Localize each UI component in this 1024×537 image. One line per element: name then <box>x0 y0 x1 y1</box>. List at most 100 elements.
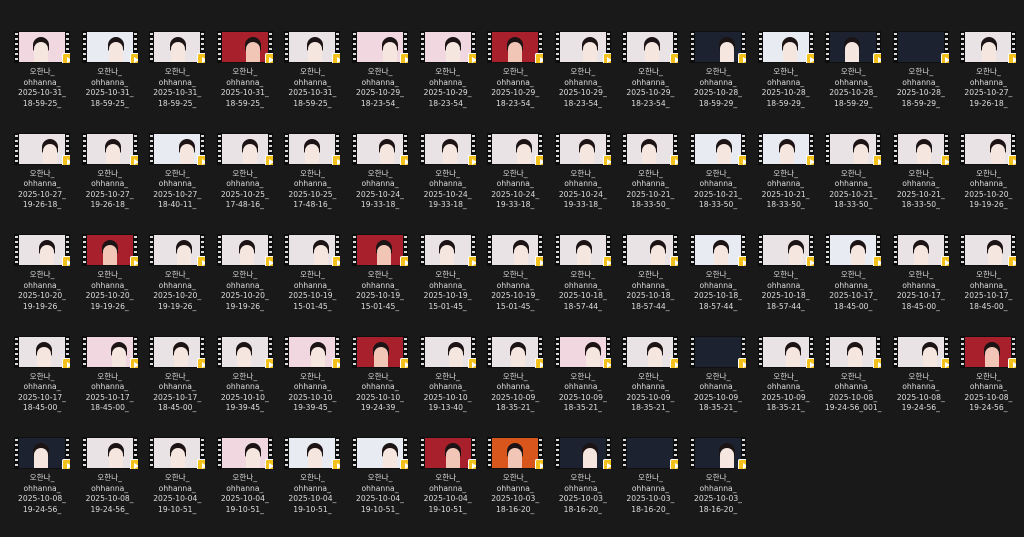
file-item[interactable]: 오한나_ ohhanna_ 2025-10-20_ 19-19-26_ <box>960 132 1024 233</box>
video-thumbnail[interactable] <box>622 437 679 469</box>
file-item[interactable]: 오한나_ ohhanna_ 2025-10-03_ 18-16-20_ <box>622 437 688 537</box>
file-item[interactable]: 오한나_ ohhanna_ 2025-10-21_ 18-33-50_ <box>622 132 688 233</box>
video-thumbnail[interactable] <box>419 335 476 368</box>
video-thumbnail[interactable] <box>690 335 746 368</box>
video-thumbnail[interactable] <box>960 234 1017 266</box>
video-thumbnail[interactable] <box>216 234 273 266</box>
video-thumbnail[interactable] <box>149 132 206 165</box>
file-item[interactable]: 오한나_ ohhanna_ 2025-10-28_ 18-59-29_ <box>690 31 756 131</box>
file-item[interactable]: 오한나_ ohhanna_ 2025-10-03_ 18-16-20_ <box>487 437 553 537</box>
file-item[interactable]: 오한나_ ohhanna_ 2025-10-24_ 19-33-18_ <box>554 132 621 233</box>
file-item[interactable]: 오한나_ ohhanna_ 2025-10-27_ 18-40-11_ <box>149 132 215 233</box>
video-thumbnail[interactable] <box>284 335 341 368</box>
video-thumbnail[interactable] <box>14 132 70 165</box>
file-item[interactable]: 오한나_ ohhanna_ 2025-10-20_ 19-19-26_ <box>14 234 80 334</box>
file-item[interactable]: 오한나_ ohhanna_ 2025-10-08_ 19-24-56_ <box>892 335 959 436</box>
video-thumbnail[interactable] <box>284 132 341 165</box>
video-thumbnail[interactable] <box>419 31 476 63</box>
video-thumbnail[interactable] <box>622 31 679 63</box>
file-item[interactable]: 오한나_ ohhanna_ 2025-10-09_ 18-35-21_ <box>554 335 621 436</box>
video-thumbnail[interactable] <box>892 31 949 63</box>
video-thumbnail[interactable] <box>216 31 273 63</box>
file-item[interactable]: 오한나_ ohhanna_ 2025-10-21_ 18-33-50_ <box>892 132 959 233</box>
video-thumbnail[interactable] <box>690 132 746 165</box>
video-thumbnail[interactable] <box>149 31 206 63</box>
video-thumbnail[interactable] <box>81 31 138 63</box>
video-thumbnail[interactable] <box>690 437 746 469</box>
file-item[interactable]: 오한나_ ohhanna_ 2025-10-28_ 18-59-29_ <box>825 31 891 131</box>
file-item[interactable]: 오한나_ ohhanna_ 2025-10-19_ 15-01-45_ <box>352 234 418 334</box>
file-item[interactable]: 오한나_ ohhanna_ 2025-10-09_ 18-35-21_ <box>757 335 824 436</box>
file-item[interactable]: 오한나_ ohhanna_ 2025-10-17_ 18-45-00_ <box>14 335 80 436</box>
file-item[interactable]: 오한나_ ohhanna_ 2025-10-17_ 18-45-00_ <box>825 234 891 334</box>
video-thumbnail[interactable] <box>554 335 611 368</box>
file-item[interactable]: 오한나_ ohhanna_ 2025-10-25_ 17-48-16_ <box>284 132 350 233</box>
file-item[interactable]: 오한나_ ohhanna_ 2025-10-27_ 19-26-18_ <box>14 132 80 233</box>
video-thumbnail[interactable] <box>216 132 273 165</box>
video-thumbnail[interactable] <box>487 132 544 165</box>
file-item[interactable]: 오한나_ ohhanna_ 2025-10-21_ 18-33-50_ <box>757 132 824 233</box>
file-item[interactable]: 오한나_ ohhanna_ 2025-10-03_ 18-16-20_ <box>690 437 756 537</box>
file-item[interactable]: 오한나_ ohhanna_ 2025-10-24_ 19-33-18_ <box>352 132 418 233</box>
video-thumbnail[interactable] <box>352 234 408 266</box>
video-thumbnail[interactable] <box>690 31 746 63</box>
file-item[interactable]: 오한나_ ohhanna_ 2025-10-04_ 19-10-51_ <box>216 437 283 537</box>
file-item[interactable]: 오한나_ ohhanna_ 2025-10-19_ 15-01-45_ <box>284 234 350 334</box>
file-item[interactable]: 오한나_ ohhanna_ 2025-10-08_ 19-24-56_ <box>14 437 80 537</box>
file-item[interactable]: 오한나_ ohhanna_ 2025-10-09_ 18-35-21_ <box>690 335 756 436</box>
video-thumbnail[interactable] <box>554 437 611 469</box>
video-thumbnail[interactable] <box>757 31 814 63</box>
file-item[interactable]: 오한나_ ohhanna_ 2025-10-24_ 19-33-18_ <box>487 132 553 233</box>
video-thumbnail[interactable] <box>149 437 206 469</box>
file-item[interactable]: 오한나_ ohhanna_ 2025-10-04_ 19-10-51_ <box>149 437 215 537</box>
file-item[interactable]: 오한나_ ohhanna_ 2025-10-29_ 18-23-54_ <box>487 31 553 131</box>
video-thumbnail[interactable] <box>825 31 882 63</box>
file-item[interactable]: 오한나_ ohhanna_ 2025-10-17_ 18-45-00_ <box>892 234 959 334</box>
file-item[interactable]: 오한나_ ohhanna_ 2025-10-10_ 19-24-39_ <box>352 335 418 436</box>
video-thumbnail[interactable] <box>960 132 1017 165</box>
file-item[interactable]: 오한나_ ohhanna_ 2025-10-10_ 19-13-40_ <box>419 335 486 436</box>
video-thumbnail[interactable] <box>690 234 746 266</box>
video-thumbnail[interactable] <box>892 234 949 266</box>
video-thumbnail[interactable] <box>81 335 138 368</box>
video-thumbnail[interactable] <box>825 335 882 368</box>
video-thumbnail[interactable] <box>14 437 70 469</box>
video-thumbnail[interactable] <box>622 132 679 165</box>
file-item[interactable]: 오한나_ ohhanna_ 2025-10-04_ 19-10-51_ <box>284 437 350 537</box>
video-thumbnail[interactable] <box>352 31 408 63</box>
video-thumbnail[interactable] <box>352 335 408 368</box>
file-item[interactable]: 오한나_ ohhanna_ 2025-10-31_ 18-59-25_ <box>284 31 350 131</box>
file-item[interactable]: 오한나_ ohhanna_ 2025-10-10_ 19-39-45_ <box>216 335 283 436</box>
file-item[interactable]: 오한나_ ohhanna_ 2025-10-20_ 19-19-26_ <box>81 234 148 334</box>
video-thumbnail[interactable] <box>622 335 679 368</box>
video-thumbnail[interactable] <box>960 335 1017 368</box>
file-item[interactable]: 오한나_ ohhanna_ 2025-10-18_ 18-57-44_ <box>622 234 688 334</box>
video-thumbnail[interactable] <box>487 437 544 469</box>
video-thumbnail[interactable] <box>352 437 408 469</box>
video-thumbnail[interactable] <box>149 335 206 368</box>
video-thumbnail[interactable] <box>757 132 814 165</box>
video-thumbnail[interactable] <box>216 335 273 368</box>
video-thumbnail[interactable] <box>419 437 476 469</box>
video-thumbnail[interactable] <box>419 234 476 266</box>
file-item[interactable]: 오한나_ ohhanna_ 2025-10-10_ 19-39-45_ <box>284 335 350 436</box>
file-item[interactable]: 오한나_ ohhanna_ 2025-10-29_ 18-23-54_ <box>622 31 688 131</box>
file-item[interactable]: 오한나_ ohhanna_ 2025-10-19_ 15-01-45_ <box>419 234 486 334</box>
file-item[interactable]: 오한나_ ohhanna_ 2025-10-25_ 17-48-16_ <box>216 132 283 233</box>
video-thumbnail[interactable] <box>487 234 544 266</box>
file-item[interactable]: 오한나_ ohhanna_ 2025-10-28_ 18-59-29_ <box>892 31 959 131</box>
file-item[interactable]: 오한나_ ohhanna_ 2025-10-20_ 19-19-26_ <box>149 234 215 334</box>
video-thumbnail[interactable] <box>352 132 408 165</box>
file-item[interactable]: 오한나_ ohhanna_ 2025-10-21_ 18-33-50_ <box>690 132 756 233</box>
file-item[interactable]: 오한나_ ohhanna_ 2025-10-21_ 18-33-50_ <box>825 132 891 233</box>
file-item[interactable]: 오한나_ ohhanna_ 2025-10-19_ 15-01-45_ <box>487 234 553 334</box>
file-item[interactable]: 오한나_ ohhanna_ 2025-10-04_ 19-10-51_ <box>419 437 486 537</box>
file-item[interactable]: 오한나_ ohhanna_ 2025-10-31_ 18-59-25_ <box>149 31 215 131</box>
video-thumbnail[interactable] <box>892 335 949 368</box>
video-thumbnail[interactable] <box>622 234 679 266</box>
video-thumbnail[interactable] <box>825 234 882 266</box>
video-thumbnail[interactable] <box>14 335 70 368</box>
video-thumbnail[interactable] <box>554 31 611 63</box>
file-item[interactable]: 오한나_ ohhanna_ 2025-10-18_ 18-57-44_ <box>554 234 621 334</box>
file-item[interactable]: 오한나_ ohhanna_ 2025-10-18_ 18-57-44_ <box>757 234 824 334</box>
